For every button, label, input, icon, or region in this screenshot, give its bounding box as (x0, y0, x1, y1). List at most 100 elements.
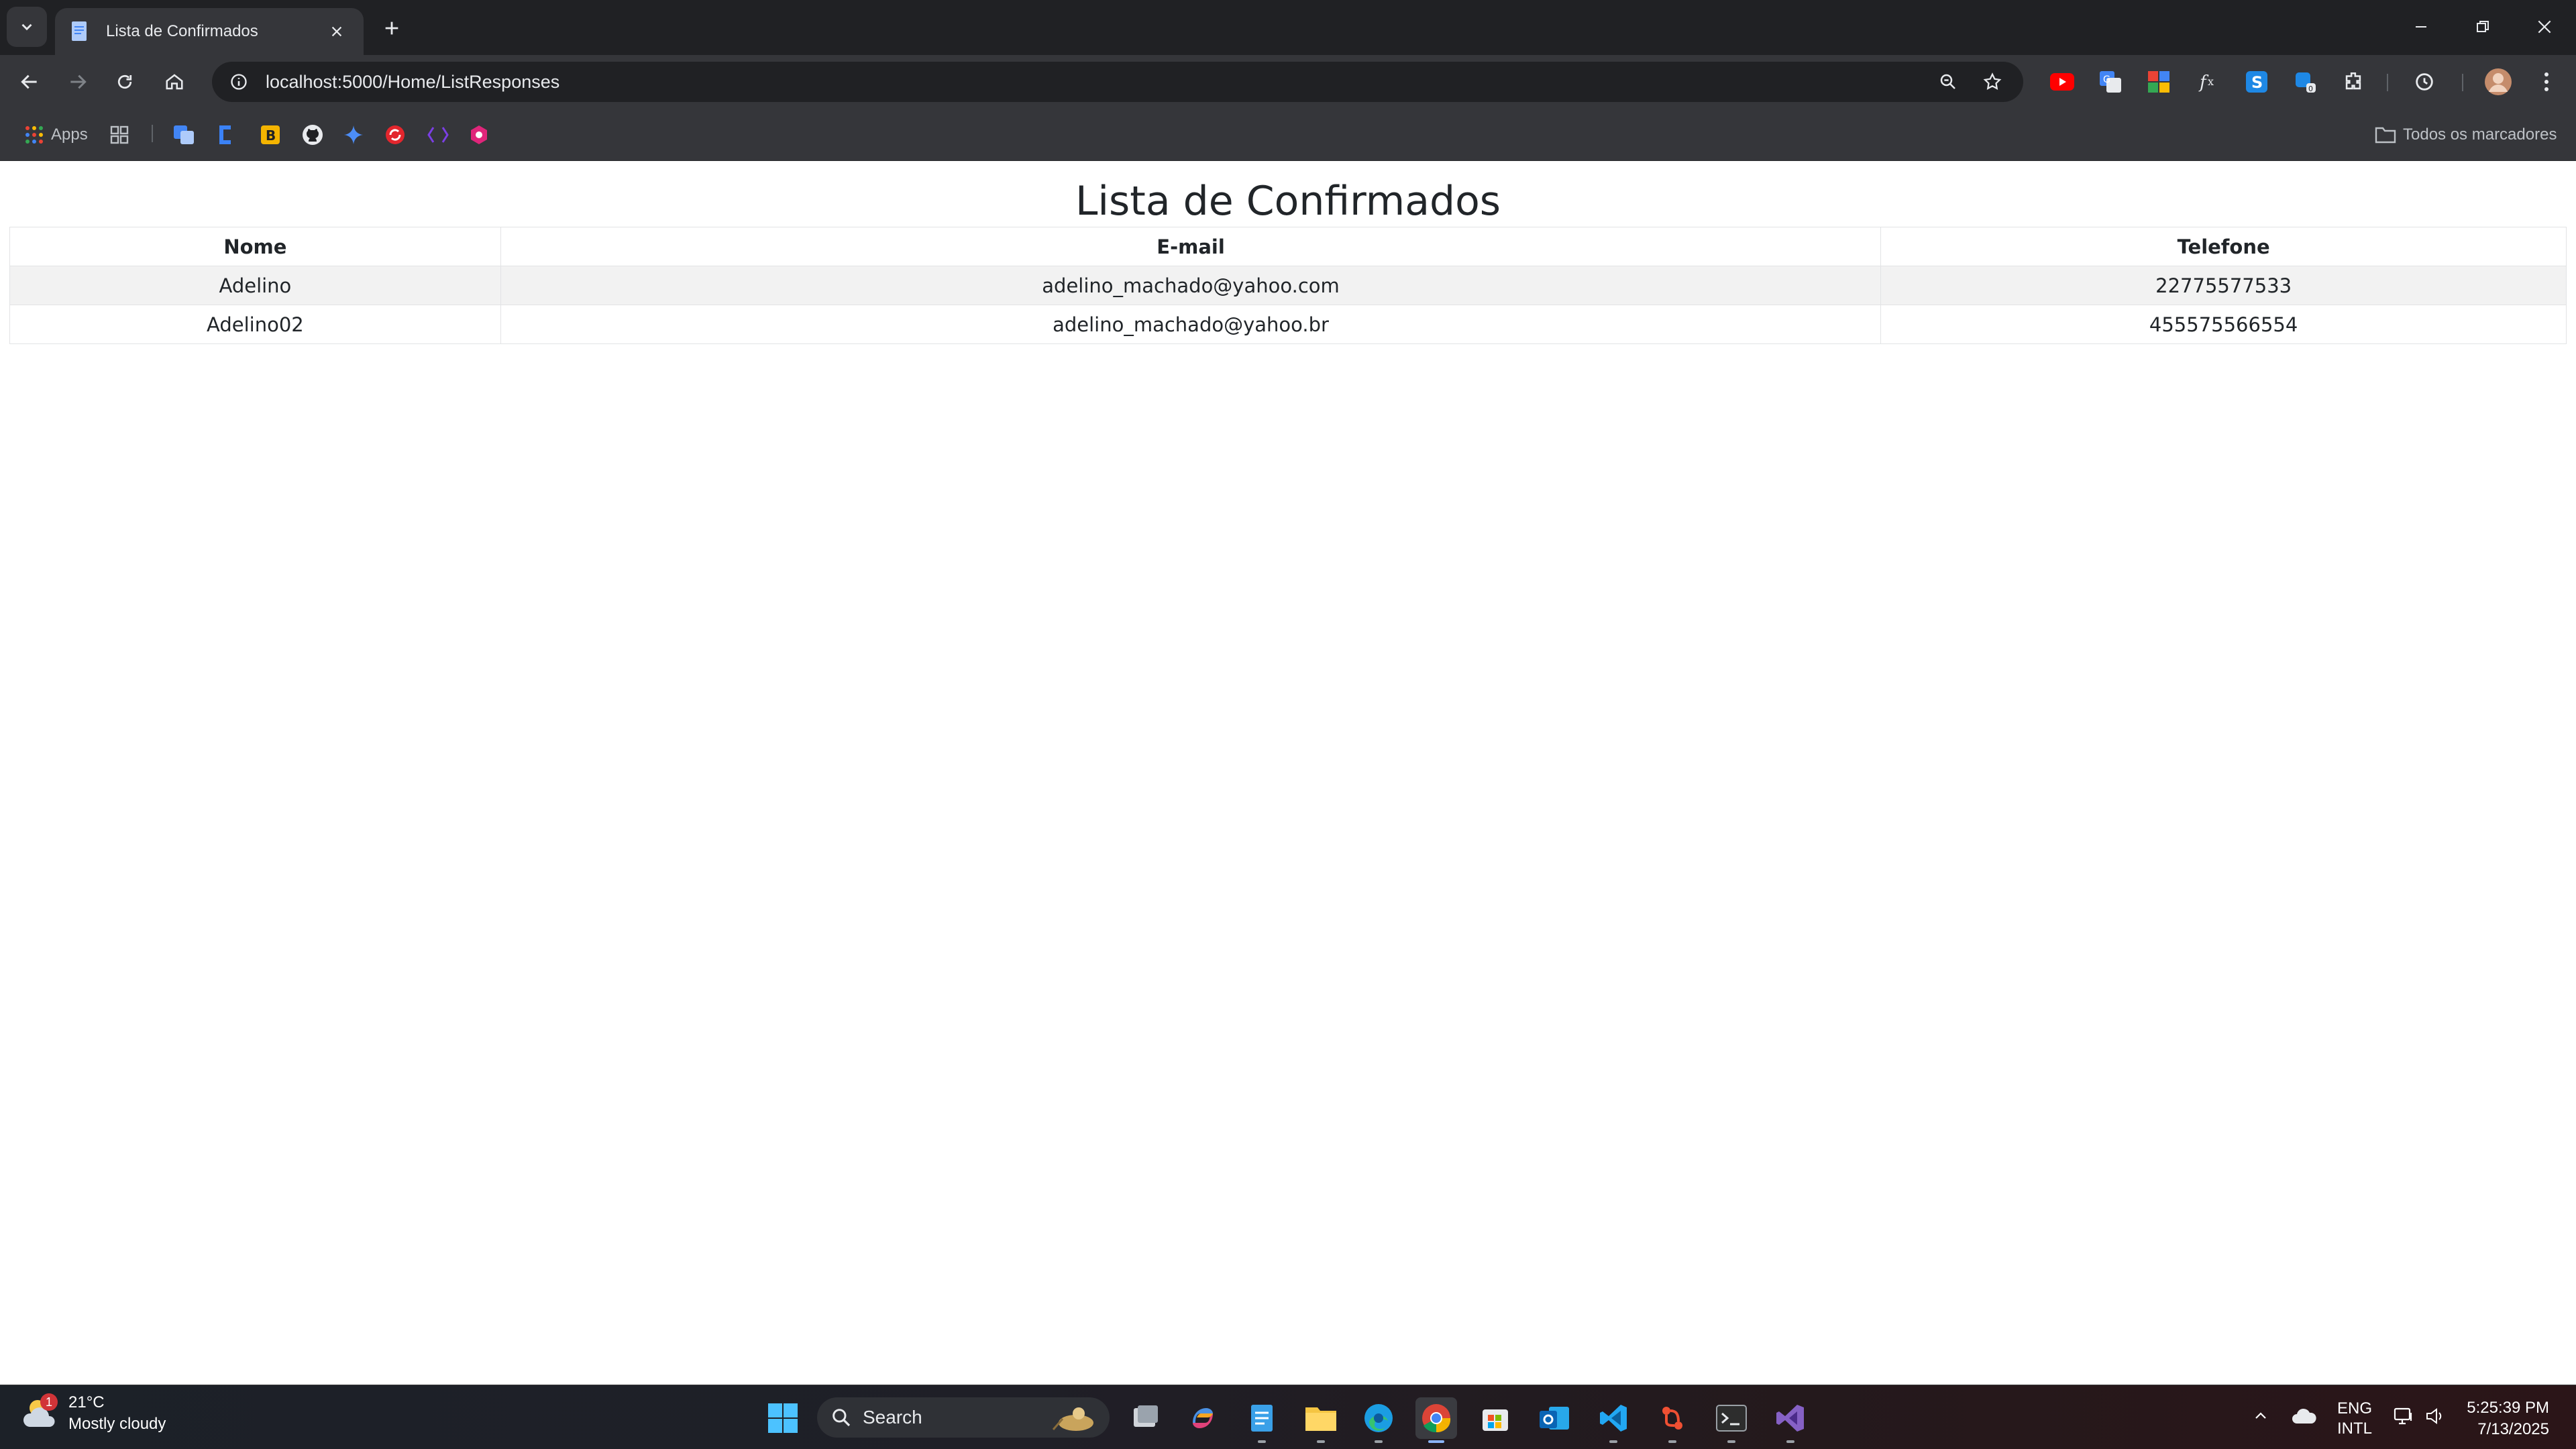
profile-avatar[interactable] (2482, 66, 2514, 98)
running-indicator (1375, 1440, 1383, 1443)
bookmark-tab-groups[interactable] (110, 119, 129, 150)
bookmark-star-icon[interactable] (1975, 64, 2010, 99)
document-icon (68, 20, 91, 43)
column-header-telefone: Telefone (1880, 227, 2567, 266)
bookmark-translate[interactable] (173, 119, 195, 150)
menu-kebab-icon[interactable] (2530, 66, 2563, 98)
site-info-icon[interactable] (225, 68, 252, 95)
pink-logo-icon (471, 125, 487, 144)
weather-description: Mostly cloudy (68, 1415, 166, 1433)
file-explorer-icon[interactable] (1300, 1397, 1342, 1443)
bookmark-red[interactable] (385, 119, 405, 150)
close-window-button[interactable] (2521, 7, 2568, 47)
windows-taskbar: 1 21°C Mostly cloudy Search ENG INTL 5:2… (0, 1385, 2576, 1449)
system-clock[interactable]: 5:25:39 PM 7/13/2025 (2467, 1397, 2549, 1440)
taskbar-search-box[interactable]: Search (817, 1397, 1110, 1438)
notepad-icon[interactable] (1241, 1397, 1283, 1443)
network-icon[interactable] (2391, 1399, 2418, 1434)
running-indicator (1317, 1440, 1325, 1443)
running-indicator (1786, 1440, 1794, 1443)
google-extension-icon[interactable] (2143, 66, 2175, 98)
volume-icon[interactable] (2422, 1399, 2449, 1434)
bookmark-apps-label: Apps (51, 125, 88, 144)
browser-tabstrip: Lista de Confirmados (0, 0, 2576, 55)
extensions-puzzle-icon[interactable] (2337, 66, 2369, 98)
folder-icon (2375, 127, 2396, 144)
bookmark-pink[interactable] (468, 119, 490, 150)
running-indicator (1727, 1440, 1735, 1443)
address-bar[interactable]: localhost:5000/Home/ListResponses (212, 62, 2023, 102)
bookmark-c[interactable] (216, 119, 235, 150)
browser-toolbar: localhost:5000/Home/ListResponses G fx S… (0, 55, 2576, 109)
close-icon (331, 26, 342, 37)
back-button[interactable] (12, 64, 47, 99)
svg-text:B: B (266, 127, 276, 144)
bookmark-gemini[interactable] (343, 119, 364, 150)
lang-line-1: ENG (2337, 1399, 2373, 1417)
clock-time: 5:25:39 PM (2467, 1399, 2549, 1417)
grid-icon (110, 125, 129, 144)
home-button[interactable] (157, 64, 192, 99)
bookmark-github[interactable] (302, 119, 323, 150)
input-language[interactable]: ENG INTL (2337, 1399, 2372, 1439)
onedrive-icon[interactable] (2288, 1399, 2321, 1434)
outlook-icon[interactable] (1534, 1397, 1575, 1439)
translate-extension-icon[interactable]: G (2094, 66, 2127, 98)
tray-overflow-chevron[interactable] (2247, 1399, 2274, 1434)
restore-button[interactable] (2459, 7, 2506, 47)
bookmark-dotnet[interactable] (427, 119, 449, 150)
cell-nome: Adelino (9, 266, 501, 305)
svg-text:G: G (2103, 74, 2110, 85)
table-row: Adelino adelino_machado@yahoo.com 227755… (9, 266, 2567, 305)
tab-search-button[interactable] (7, 7, 47, 47)
tab-active[interactable]: Lista de Confirmados (55, 8, 364, 55)
bookmark-b[interactable]: B (260, 119, 280, 150)
youtube-extension-icon[interactable] (2046, 66, 2078, 98)
translate-icon (174, 125, 194, 144)
new-tab-button[interactable] (376, 12, 408, 44)
column-header-email: E-mail (500, 227, 1882, 266)
bookmark-apps[interactable]: Apps (24, 119, 88, 150)
zoom-icon[interactable] (1931, 64, 1966, 99)
bookmarks-bar: Apps B Todos os marcadores (0, 109, 2576, 161)
toolbar-separator (2462, 74, 2463, 91)
red-circle-icon (386, 125, 405, 144)
task-view-icon[interactable] (1124, 1397, 1166, 1439)
all-bookmarks-label: Todos os marcadores (2403, 125, 2557, 144)
badge-extension-icon[interactable]: 0 (2289, 66, 2321, 98)
page-content: Lista de Confirmados Nome E-mail Telefon… (0, 161, 2576, 1385)
minimize-button[interactable] (2398, 7, 2445, 47)
vscode-icon[interactable] (1593, 1397, 1634, 1443)
weather-widget[interactable]: 1 21°C Mostly cloudy (20, 1393, 166, 1434)
git-client-icon[interactable] (1652, 1397, 1693, 1443)
visual-studio-icon[interactable] (1770, 1397, 1811, 1443)
bookmark-all-folders[interactable]: Todos os marcadores (2375, 119, 2557, 150)
running-indicator (1258, 1440, 1266, 1443)
tab-close-button[interactable] (323, 18, 350, 45)
copilot-icon[interactable] (1182, 1397, 1224, 1439)
url-text[interactable]: localhost:5000/Home/ListResponses (266, 72, 1921, 93)
apps-grid-icon (25, 126, 43, 144)
forward-button[interactable] (60, 64, 95, 99)
s-extension-icon[interactable]: S (2241, 66, 2273, 98)
edge-icon[interactable] (1358, 1397, 1399, 1443)
c-logo-icon (219, 125, 231, 144)
store-icon[interactable] (1474, 1397, 1516, 1439)
formula-extension-icon[interactable]: fx (2192, 66, 2224, 98)
start-button[interactable] (762, 1397, 804, 1439)
cell-email: adelino_machado@yahoo.com (500, 266, 1882, 305)
lang-line-2: INTL (2337, 1419, 2373, 1438)
windows-logo-icon (768, 1403, 798, 1433)
history-icon[interactable] (2408, 66, 2440, 98)
reload-button[interactable] (107, 64, 142, 99)
brackets-icon (427, 127, 449, 143)
terminal-icon[interactable] (1711, 1397, 1752, 1443)
cloud-weather-icon: 1 (20, 1393, 60, 1434)
svg-text:S: S (2251, 73, 2263, 92)
github-icon (303, 125, 323, 145)
search-highlight-icon (1052, 1407, 1093, 1431)
weather-badge: 1 (40, 1393, 58, 1411)
cell-email: adelino_machado@yahoo.br (500, 305, 1882, 344)
chrome-icon[interactable] (1415, 1397, 1457, 1443)
taskbar-search-label: Search (863, 1407, 922, 1428)
